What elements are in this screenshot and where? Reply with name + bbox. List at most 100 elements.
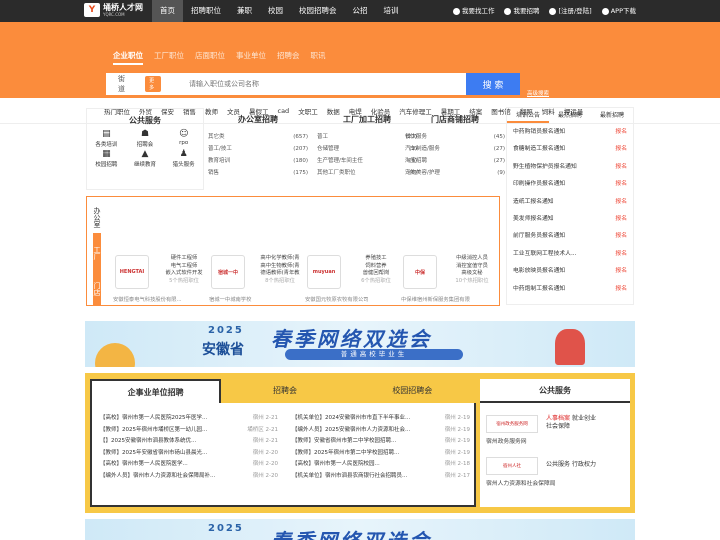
- tab-hot-jobs[interactable]: 最热招聘: [549, 108, 591, 123]
- category-name[interactable]: 普工: [317, 131, 328, 143]
- public-service-item[interactable]: ☗ 招聘会: [126, 130, 165, 149]
- job-link[interactable]: 养殖技工: [347, 255, 405, 263]
- listing-row[interactable]: 【高校】宿州市第一人民医院医学... 宿州 2-20: [100, 459, 278, 471]
- listing-title[interactable]: 【教师】安徽省宿州市第二中学校园招聘...: [292, 436, 410, 448]
- company-logo[interactable]: HENGTAI: [115, 255, 149, 289]
- notice-item[interactable]: 造纸工报名通知 报名: [507, 194, 633, 211]
- category-row[interactable]: 仓储管理 (9): [317, 143, 417, 155]
- nav-campus[interactable]: 校园: [260, 0, 291, 22]
- notice-tag[interactable]: 报名: [615, 281, 627, 298]
- notice-item[interactable]: 工业互联网工程技术人... 报名: [507, 246, 633, 263]
- listing-title[interactable]: 【教师】2025年宿州市第二中学校园招聘...: [292, 448, 410, 460]
- notice-item[interactable]: 电影放映员报名通知 报名: [507, 263, 633, 280]
- category-title[interactable]: 门店商铺招聘: [405, 114, 505, 125]
- category-title[interactable]: 办公室招聘: [208, 114, 308, 125]
- notice-tag[interactable]: 报名: [615, 159, 627, 176]
- job-link[interactable]: 高级文秘: [443, 270, 501, 278]
- nav-jobs[interactable]: 招聘职位: [183, 0, 229, 22]
- tab-job-fair[interactable]: 招聘会: [277, 50, 300, 65]
- nav-campus-fair[interactable]: 校园招聘会: [291, 0, 345, 22]
- job-link[interactable]: 电气工程师: [155, 263, 213, 271]
- job-link[interactable]: 中級消控人员: [443, 255, 501, 263]
- notice-title[interactable]: 中药购销员报名通知: [513, 124, 565, 141]
- category-name[interactable]: 教育培训: [208, 155, 230, 167]
- company-name[interactable]: 中保维宿州新保服务集团有限: [401, 295, 501, 303]
- public-service-item[interactable]: ♟ 猎头服务: [164, 150, 203, 169]
- category-name[interactable]: 销售: [208, 167, 219, 179]
- company-name[interactable]: 宿城一中城南学校: [209, 295, 309, 303]
- listing-row[interactable]: 【编外人员】2025安徽宿州市人力资源和社会... 宿州 2-19: [292, 425, 470, 437]
- notice-title[interactable]: 电影放映员报名通知: [513, 263, 565, 280]
- login-link[interactable]: [注册/登陆]: [549, 0, 592, 22]
- notice-item[interactable]: 印刷操作员报名通知 报名: [507, 176, 633, 193]
- notice-title[interactable]: 美发师报名通知: [513, 211, 554, 228]
- tab-job-fair-list[interactable]: 招聘会: [221, 379, 348, 403]
- notice-tag[interactable]: 报名: [615, 246, 627, 263]
- category-name[interactable]: 生产管理/车间主任: [317, 155, 363, 167]
- category-row[interactable]: 教育培训 (180): [208, 155, 308, 167]
- gov-service-name[interactable]: 宿州政务服务网: [486, 436, 527, 445]
- listing-row[interactable]: 【编外人员】宿州市人力资源和社会保障局补... 宿州 2-20: [100, 471, 278, 483]
- city-more-badge[interactable]: 更多: [145, 76, 161, 92]
- notice-item[interactable]: 中药购销员报名通知 报名: [507, 124, 633, 141]
- nav-parttime[interactable]: 兼职: [229, 0, 260, 22]
- listing-title[interactable]: 【】2025安徽宿州市泗县教体系统优...: [100, 436, 218, 448]
- nav-training[interactable]: 培训: [376, 0, 407, 22]
- job-link[interactable]: 德语教师(青年教: [251, 270, 309, 278]
- category-row[interactable]: 汽车制造/服务 (27): [405, 143, 505, 155]
- category-name[interactable]: 餐饮服务: [405, 131, 427, 143]
- category-name[interactable]: 淘宝招聘: [405, 155, 427, 167]
- job-link[interactable]: 高中化学教师(青: [251, 255, 309, 263]
- notice-item[interactable]: 野生植物保护员报名通知 报名: [507, 159, 633, 176]
- listing-row[interactable]: 【机关单位】宿州市泗县农商银行社会招聘员... 宿州 2-17: [292, 471, 470, 483]
- company-card[interactable]: HENGTAI 硬件工程师 电气工程师 嵌入式软件开发 5个热招职位 安徽恒泰电气科技股份…: [113, 255, 213, 303]
- listing-title[interactable]: 【教师】2025年宿州市埇桥区第一幼儿园...: [100, 425, 218, 437]
- company-card[interactable]: muyuan 养殖技工 饲料营养 兽健回帮岗 6个热招职位 安徽国元牧原农牧有限公司: [305, 255, 405, 303]
- listing-title[interactable]: 【教师】2025年安徽省宿州市砀山县晨光...: [100, 448, 218, 460]
- gov-service-badge[interactable]: 宿州政务服务网: [486, 415, 538, 433]
- tab-institution[interactable]: 事业单位: [236, 50, 266, 65]
- notice-title[interactable]: 造纸工报名通知: [513, 194, 554, 211]
- category-row[interactable]: 其他工厂类职位 (6): [317, 167, 417, 179]
- listing-title[interactable]: 【高校】宿州市第一人民医院校园...: [292, 459, 410, 471]
- advanced-search-link[interactable]: 高级搜索: [527, 89, 549, 97]
- listing-row[interactable]: 【机关单位】2024安徽宿州市市直下半年事业... 宿州 2-19: [292, 413, 470, 425]
- listing-row[interactable]: 【教师】安徽省宿州市第二中学校园招聘... 宿州 2-19: [292, 436, 470, 448]
- category-title[interactable]: 工厂加工招聘: [317, 114, 417, 125]
- tab-training-notice[interactable]: 培训公告: [507, 108, 549, 123]
- notice-item[interactable]: 美发师报名通知 报名: [507, 211, 633, 228]
- listing-row[interactable]: 【】2025安徽宿州市泗县教体系统优... 宿州 2-21: [100, 436, 278, 448]
- listing-row[interactable]: 【高校】宿州市第一人民医院2025年医学... 宿州 2-21: [100, 413, 278, 425]
- nav-home[interactable]: 首页: [152, 0, 183, 22]
- category-name[interactable]: 宠物美容/护理: [405, 167, 440, 179]
- category-row[interactable]: 普工/技工 (207): [208, 143, 308, 155]
- tab-store[interactable]: 店面职位: [195, 50, 225, 65]
- hr-bureau-badge[interactable]: 宿州人社: [486, 457, 538, 475]
- job-link[interactable]: 高中生物教师(青: [251, 263, 309, 271]
- notice-title[interactable]: 前厅服务员报名通知: [513, 228, 565, 245]
- public-service-item[interactable]: ▲ 继续教育: [126, 150, 165, 169]
- city-selector[interactable]: 街道 更多: [106, 74, 161, 94]
- tab-factory[interactable]: 工厂职位: [154, 50, 184, 65]
- tab-campus-fair-list[interactable]: 校园招聘会: [349, 379, 476, 403]
- notice-title[interactable]: 野生植物保护员报名通知: [513, 159, 577, 176]
- listing-row[interactable]: 【教师】2025年安徽省宿州市砀山县晨光... 宿州 2-20: [100, 448, 278, 460]
- vtab-store[interactable]: 门店: [93, 269, 101, 305]
- category-name[interactable]: 其它类: [208, 131, 225, 143]
- tab-institution-jobs[interactable]: 企事业单位招聘: [90, 379, 222, 403]
- notice-title[interactable]: 中药炮制工报名通知: [513, 281, 565, 298]
- category-name[interactable]: 其他工厂类职位: [317, 167, 356, 179]
- category-name[interactable]: 普工/技工: [208, 143, 232, 155]
- listing-title[interactable]: 【机关单位】2024安徽宿州市市直下半年事业...: [292, 413, 410, 425]
- tab-news[interactable]: 职讯: [311, 50, 326, 65]
- site-logo[interactable]: Y 埇桥人才网 YQRC.COM: [84, 3, 143, 17]
- job-link[interactable]: 兽健回帮岗: [347, 270, 405, 278]
- company-name[interactable]: 安徽恒泰电气科技股份有限...: [113, 295, 213, 303]
- company-card[interactable]: 宿城一中 高中化学教师(青 高中生物教师(青 德语教师(青年教 8个热招职位 宿城一中城南…: [209, 255, 309, 303]
- category-name[interactable]: 仓储管理: [317, 143, 339, 155]
- search-button[interactable]: 搜 索: [466, 73, 520, 95]
- notice-item[interactable]: 中药炮制工报名通知 报名: [507, 281, 633, 298]
- notice-item[interactable]: 前厅服务员报名通知 报名: [507, 228, 633, 245]
- search-input[interactable]: [161, 73, 466, 95]
- find-job-link[interactable]: 我要找工作: [452, 0, 494, 22]
